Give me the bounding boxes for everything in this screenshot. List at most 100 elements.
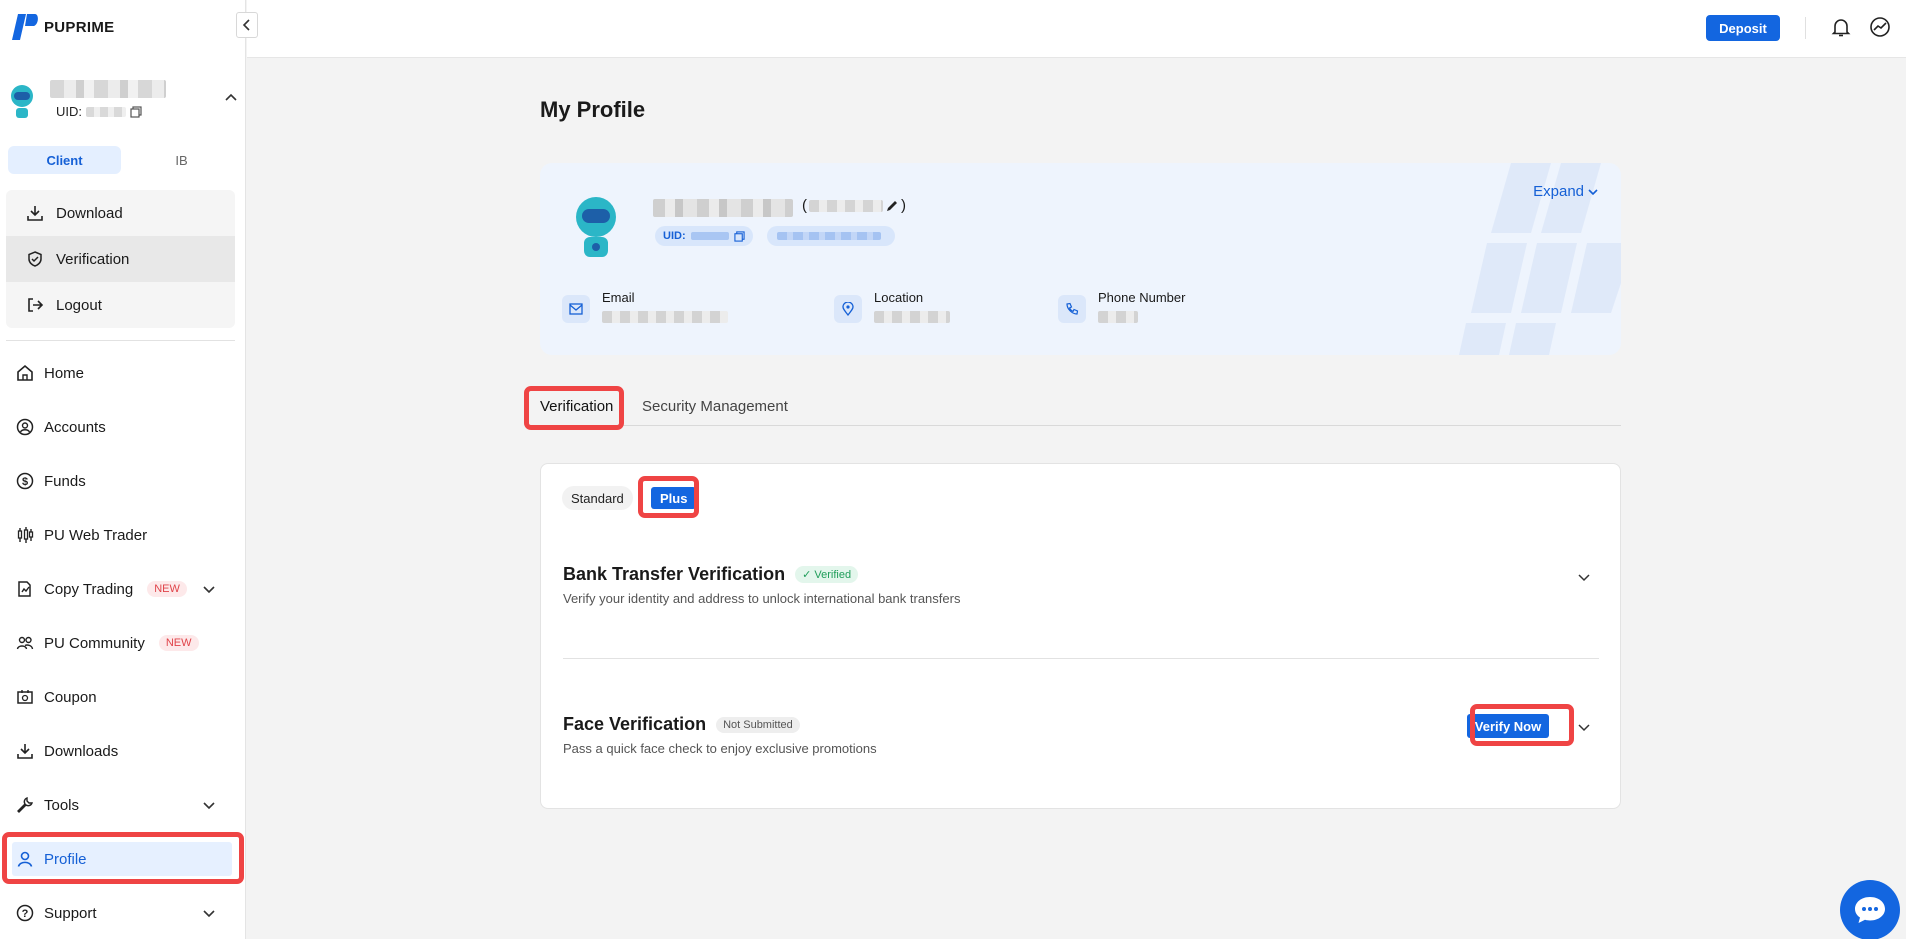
role-client-button[interactable]: Client (8, 146, 121, 174)
chevron-down-icon[interactable] (1577, 720, 1591, 734)
sidebar-item-profile[interactable]: Profile (0, 832, 246, 886)
help-icon: ? (16, 904, 34, 922)
tab-verification[interactable]: Verification (540, 398, 613, 415)
sidebar-item-pu-community[interactable]: PU Community NEW (0, 616, 246, 670)
wrench-icon (17, 797, 33, 813)
chevron-down-icon[interactable] (202, 582, 216, 596)
verify-now-button[interactable]: Verify Now (1467, 714, 1549, 738)
phone-redacted (1098, 311, 1138, 323)
segment-standard[interactable]: Standard (562, 486, 633, 510)
collapse-sidebar-button[interactable] (236, 12, 258, 38)
face-verification-row[interactable]: Face Verification Not Submitted Pass a q… (563, 714, 1599, 756)
expand-label: Expand (1533, 183, 1584, 200)
sidebar-item-label: Funds (44, 472, 86, 490)
chevron-up-icon[interactable] (224, 90, 238, 104)
sidebar-item-tools[interactable]: Tools (0, 778, 246, 832)
profile-nickname: ( ) (802, 197, 906, 214)
uid-redacted (690, 232, 729, 240)
sidebar-item-copy-trading[interactable]: Copy Trading NEW (0, 562, 246, 616)
verification-description: Verify your identity and address to unlo… (563, 591, 961, 606)
quick-menu-verification[interactable]: Verification (6, 236, 235, 282)
expand-link[interactable]: Expand (1533, 183, 1599, 200)
sidebar-item-pu-web-trader[interactable]: PU Web Trader (0, 508, 246, 562)
status-badge: ✓ Verified (795, 566, 859, 583)
brand-name: PUPRIME (44, 18, 115, 36)
logout-icon (28, 298, 44, 312)
shield-check-icon (28, 251, 42, 267)
location-pin-icon (834, 295, 862, 323)
coupon-icon (17, 690, 33, 704)
chevron-left-icon (242, 19, 250, 31)
quick-menu-label: Verification (56, 250, 130, 268)
sidebar-item-downloads[interactable]: Downloads (0, 724, 246, 778)
sidebar-item-coupon[interactable]: Coupon (0, 670, 246, 724)
copy-icon[interactable] (130, 105, 142, 118)
sidebar-item-funds[interactable]: $ Funds (0, 454, 246, 508)
sidebar-item-label: Copy Trading (44, 580, 134, 598)
profile-uid-chip: UID: (655, 226, 753, 246)
dollar-icon: $ (16, 472, 34, 490)
person-icon (17, 851, 33, 867)
uid-label: UID: (663, 230, 686, 242)
sidebar-item-label: PU Community (44, 634, 145, 652)
svg-text:?: ? (22, 908, 29, 920)
speedometer-icon[interactable] (1869, 16, 1891, 38)
profile-avatar (576, 197, 616, 257)
sidebar-item-home[interactable]: Home (0, 346, 246, 400)
chevron-down-icon[interactable] (202, 798, 216, 812)
svg-text:$: $ (22, 476, 28, 488)
chevron-down-icon (1588, 188, 1598, 195)
sidebar-item-label: Support (44, 904, 97, 922)
sidebar: PUPRIME UID: Client IB Download Verifica… (0, 0, 246, 939)
sidebar-item-support[interactable]: ? Support (0, 886, 246, 939)
profile-tag-redacted (767, 226, 895, 246)
sidebar-item-accounts[interactable]: Accounts (0, 400, 246, 454)
deposit-button[interactable]: Deposit (1706, 15, 1780, 41)
chat-icon (1855, 897, 1885, 923)
status-text: Verified (814, 569, 852, 581)
sidebar-item-label: Tools (44, 796, 80, 814)
download-icon (17, 744, 33, 759)
sidebar-item-label: Accounts (44, 418, 106, 436)
sidebar-item-label: Downloads (44, 742, 119, 760)
sidebar-item-label: PU Web Trader (44, 526, 148, 544)
location-redacted (874, 311, 950, 323)
user-name-redacted (50, 80, 166, 98)
email-redacted (602, 311, 728, 323)
quick-menu-logout[interactable]: Logout (6, 282, 235, 328)
candlestick-icon (17, 527, 34, 543)
profile-tabs: Verification Security Management (540, 392, 1621, 426)
brand-logo[interactable]: PUPRIME (10, 12, 114, 42)
chevron-down-icon[interactable] (1577, 570, 1591, 584)
user-circle-icon (16, 418, 34, 436)
verification-title: Face Verification (563, 714, 707, 734)
quick-menu-label: Logout (56, 296, 102, 314)
main-nav: Home Accounts $ Funds PU Web Trader Copy… (0, 346, 246, 939)
chat-support-button[interactable] (1840, 880, 1900, 939)
profile-card: ( ) UID: Expand Email Location Phone Num… (540, 163, 1621, 355)
copy-icon[interactable] (733, 230, 745, 242)
sidebar-item-label: Profile (44, 850, 87, 868)
tab-security-management[interactable]: Security Management (642, 398, 788, 415)
uid-redacted (86, 106, 126, 117)
bell-icon[interactable] (1830, 16, 1852, 38)
page-title: My Profile (540, 97, 646, 122)
quick-menu-download[interactable]: Download (6, 190, 235, 236)
copy-trading-icon (18, 581, 31, 597)
verification-description: Pass a quick face check to enjoy exclusi… (563, 741, 877, 756)
location-label: Location (874, 290, 924, 305)
community-icon (16, 636, 34, 650)
chevron-down-icon[interactable] (202, 906, 216, 920)
status-badge: Not Submitted (716, 716, 800, 733)
segment-plus[interactable]: Plus (651, 487, 697, 509)
user-block[interactable]: UID: (8, 80, 238, 124)
uid-label: UID: (56, 104, 82, 119)
new-badge: NEW (147, 581, 187, 597)
bank-transfer-verification-row[interactable]: Bank Transfer Verification ✓ Verified Ve… (563, 564, 1599, 606)
role-ib-button[interactable]: IB (125, 146, 238, 174)
puprime-logo-icon (12, 14, 38, 40)
email-label: Email (602, 290, 635, 305)
edit-icon[interactable] (885, 199, 899, 213)
sidebar-divider (6, 340, 235, 341)
new-badge: NEW (158, 635, 199, 651)
